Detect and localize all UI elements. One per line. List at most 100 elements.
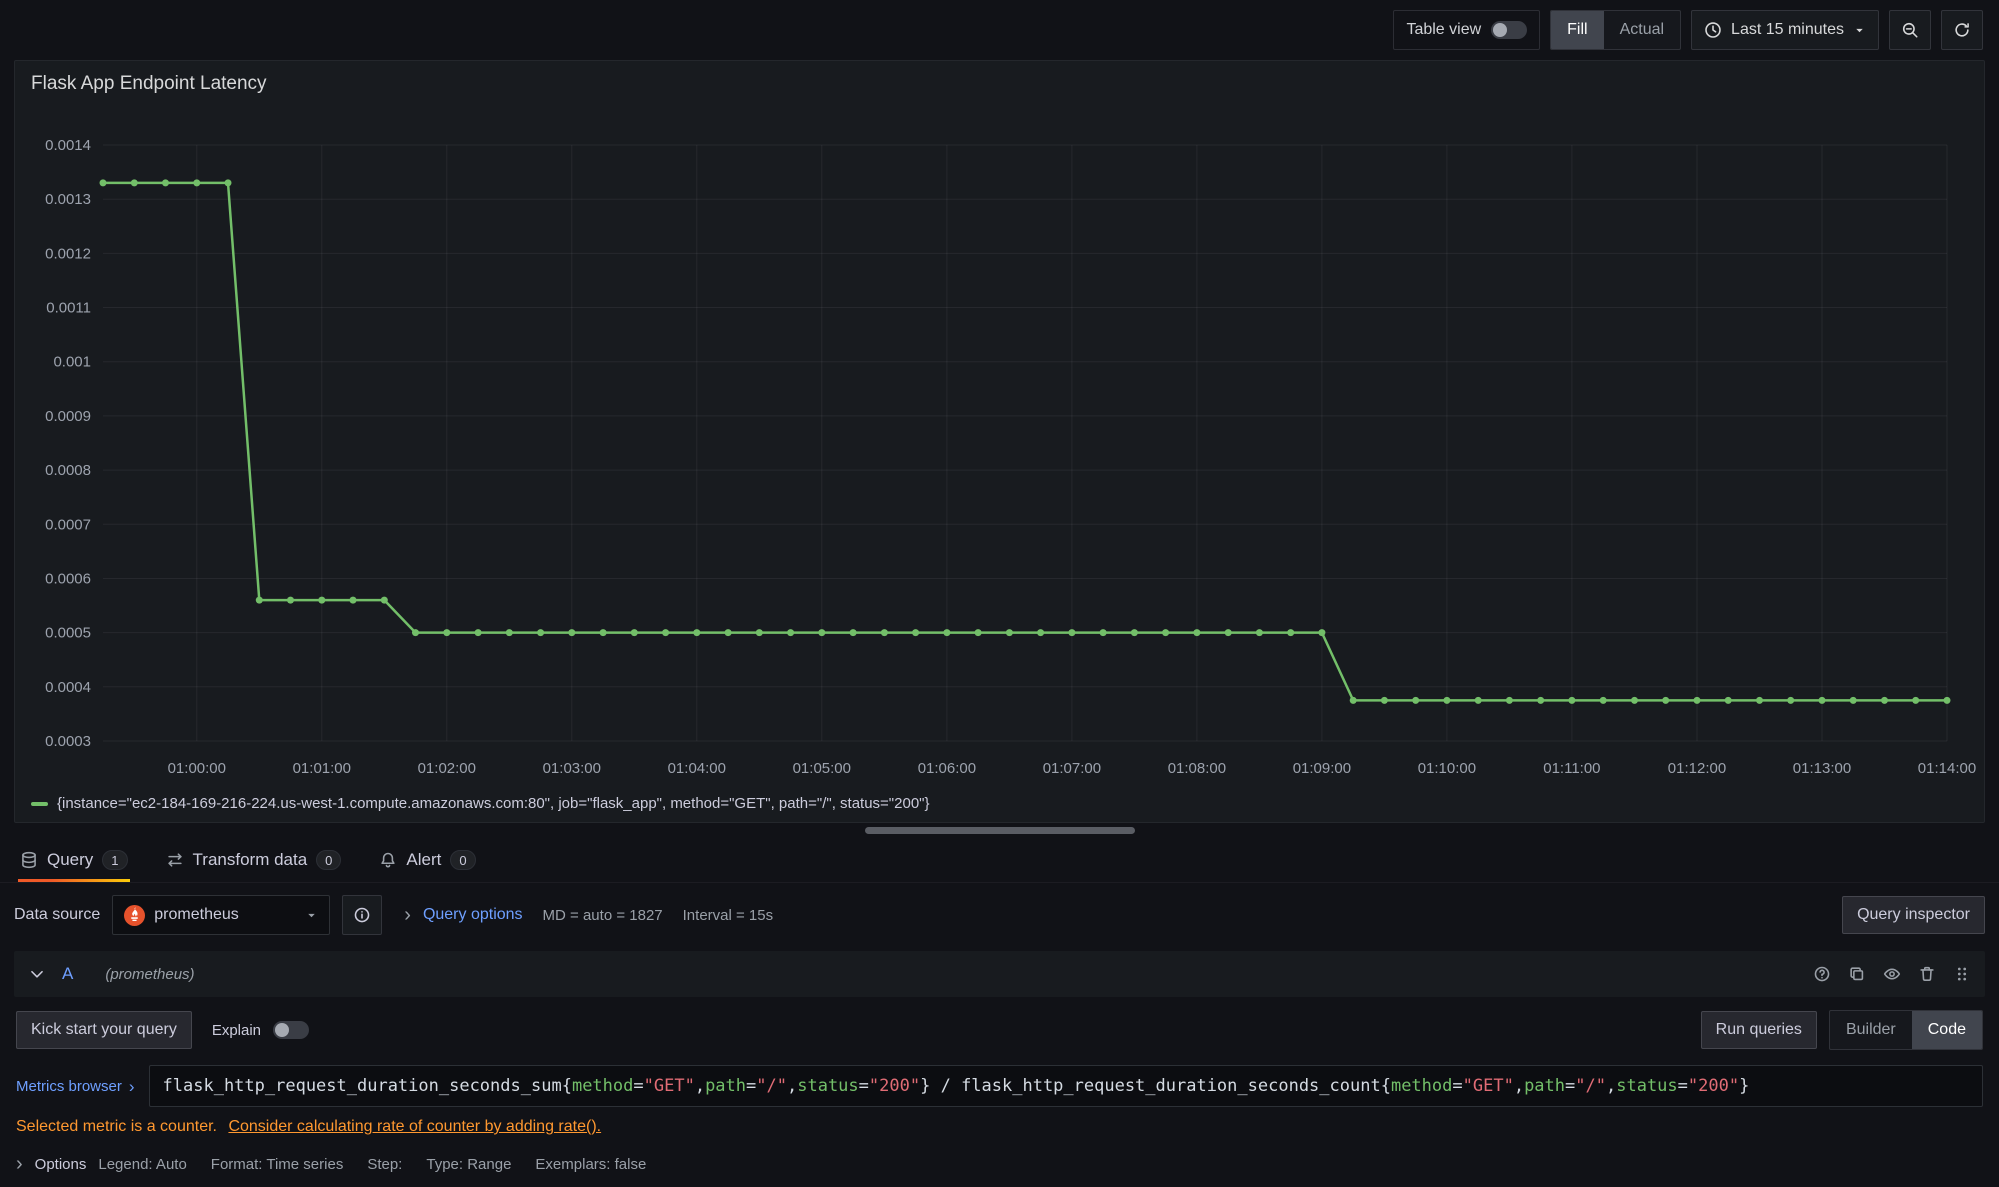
time-range-picker[interactable]: Last 15 minutes <box>1691 10 1879 50</box>
svg-text:0.0004: 0.0004 <box>45 679 91 696</box>
table-view-label: Table view <box>1406 21 1481 39</box>
metrics-browser-label: Metrics browser <box>16 1078 122 1095</box>
tab-transform-count: 0 <box>316 850 341 870</box>
chevron-down-icon <box>305 909 318 922</box>
options-label: Options <box>35 1156 87 1173</box>
chevron-right-icon: › <box>404 905 411 925</box>
edit-tabs: Query 1 Transform data 0 Alert 0 <box>0 837 1999 883</box>
table-view-switch[interactable] <box>1491 21 1527 39</box>
pane-divider <box>0 823 1999 837</box>
tab-transform-label: Transform data <box>193 850 308 870</box>
counter-warning: Selected metric is a counter. Consider c… <box>16 1118 1983 1136</box>
tab-alert-count: 0 <box>450 850 475 870</box>
svg-text:01:07:00: 01:07:00 <box>1043 760 1101 777</box>
interval-label: Interval = 15s <box>683 907 773 924</box>
switch-knob <box>275 1023 289 1037</box>
panel-title: Flask App Endpoint Latency <box>15 61 1984 101</box>
tab-query[interactable]: Query 1 <box>18 840 130 882</box>
zoom-out-icon <box>1901 21 1919 39</box>
builder-option[interactable]: Builder <box>1830 1011 1912 1049</box>
query-ref-id: A <box>62 964 73 984</box>
run-queries-button[interactable]: Run queries <box>1701 1011 1817 1049</box>
svg-text:0.0014: 0.0014 <box>45 137 91 154</box>
svg-text:0.0009: 0.0009 <box>45 408 91 425</box>
builder-code-group: Builder Code <box>1829 1010 1983 1050</box>
chevron-down-icon <box>1853 24 1866 37</box>
collapse-icon[interactable] <box>28 965 46 983</box>
svg-text:01:05:00: 01:05:00 <box>793 760 851 777</box>
explain-label: Explain <box>212 1022 261 1039</box>
chevron-right-icon: › <box>129 1078 135 1095</box>
svg-text:0.001: 0.001 <box>53 354 91 371</box>
zoom-out-button[interactable] <box>1889 10 1931 50</box>
query-datasource-hint: (prometheus) <box>105 966 194 983</box>
rate-hint-link[interactable]: Consider calculating rate of counter by … <box>228 1118 601 1135</box>
tab-query-label: Query <box>47 850 93 870</box>
refresh-icon <box>1953 21 1971 39</box>
svg-text:0.0012: 0.0012 <box>45 245 91 262</box>
duplicate-icon[interactable] <box>1848 965 1866 983</box>
query-options-toggle[interactable]: › Query options MD = auto = 1827 Interva… <box>404 905 773 925</box>
time-range-label: Last 15 minutes <box>1731 21 1844 39</box>
latency-chart[interactable]: 0.00140.00130.00120.00110.0010.00090.000… <box>17 101 1982 793</box>
code-option[interactable]: Code <box>1912 1011 1982 1049</box>
query-expression: flask_http_request_duration_seconds_sum{… <box>163 1076 1750 1096</box>
transform-icon <box>166 851 184 869</box>
tab-transform-data[interactable]: Transform data 0 <box>164 840 344 882</box>
explain-switch[interactable] <box>273 1021 309 1039</box>
actual-option[interactable]: Actual <box>1604 11 1680 49</box>
tab-alert[interactable]: Alert 0 <box>377 840 477 882</box>
chevron-right-icon: › <box>16 1154 23 1174</box>
svg-text:0.0007: 0.0007 <box>45 516 91 533</box>
switch-knob <box>1493 23 1507 37</box>
svg-text:01:06:00: 01:06:00 <box>918 760 976 777</box>
datasource-select[interactable]: prometheus <box>112 895 330 935</box>
svg-text:01:03:00: 01:03:00 <box>543 760 601 777</box>
hide-response-eye-icon[interactable] <box>1883 965 1901 983</box>
warning-text: Selected metric is a counter. <box>16 1118 217 1135</box>
svg-text:01:08:00: 01:08:00 <box>1168 760 1226 777</box>
toolbar: Table view Fill Actual Last 15 minutes <box>0 0 1999 60</box>
kick-start-button[interactable]: Kick start your query <box>16 1011 192 1049</box>
fill-actual-group: Fill Actual <box>1550 10 1681 50</box>
svg-text:0.0003: 0.0003 <box>45 733 91 750</box>
svg-text:0.0006: 0.0006 <box>45 571 91 588</box>
drag-handle-icon[interactable] <box>1953 965 1971 983</box>
legend-series-label[interactable]: {instance="ec2-184-169-216-224.us-west-1… <box>57 795 930 812</box>
svg-text:01:13:00: 01:13:00 <box>1793 760 1851 777</box>
svg-text:01:04:00: 01:04:00 <box>668 760 726 777</box>
svg-text:01:02:00: 01:02:00 <box>418 760 476 777</box>
svg-text:01:01:00: 01:01:00 <box>293 760 351 777</box>
chart-legend: {instance="ec2-184-169-216-224.us-west-1… <box>15 793 1984 822</box>
metrics-browser-toggle[interactable]: Metrics browser › <box>16 1078 139 1095</box>
fill-option[interactable]: Fill <box>1551 11 1603 49</box>
query-actions <box>1813 965 1971 983</box>
help-icon[interactable] <box>1813 965 1831 983</box>
legend-series-mark <box>31 802 48 806</box>
info-icon <box>353 906 371 924</box>
svg-text:01:10:00: 01:10:00 <box>1418 760 1476 777</box>
refresh-button[interactable] <box>1941 10 1983 50</box>
svg-text:01:00:00: 01:00:00 <box>168 760 226 777</box>
query-header[interactable]: A (prometheus) <box>14 951 1985 997</box>
query-expression-editor[interactable]: flask_http_request_duration_seconds_sum{… <box>149 1065 1983 1107</box>
svg-text:0.0011: 0.0011 <box>46 300 91 317</box>
horizontal-scrollbar[interactable] <box>865 827 1135 834</box>
datasource-info-button[interactable] <box>342 895 382 935</box>
query-options-label[interactable]: Query options <box>423 906 523 924</box>
clock-icon <box>1704 21 1722 39</box>
svg-text:01:09:00: 01:09:00 <box>1293 760 1351 777</box>
options-row[interactable]: › Options Legend: AutoFormat: Time serie… <box>16 1154 1983 1174</box>
max-data-points-label: MD = auto = 1827 <box>543 907 663 924</box>
delete-icon[interactable] <box>1918 965 1936 983</box>
svg-text:0.0005: 0.0005 <box>45 625 91 642</box>
prometheus-icon <box>124 905 145 926</box>
table-view-toggle-group[interactable]: Table view <box>1393 10 1540 50</box>
svg-text:01:12:00: 01:12:00 <box>1668 760 1726 777</box>
datasource-value: prometheus <box>154 906 239 924</box>
latency-panel: Flask App Endpoint Latency 0.00140.00130… <box>14 60 1985 823</box>
query-inspector-button[interactable]: Query inspector <box>1842 896 1985 934</box>
svg-text:0.0008: 0.0008 <box>45 462 91 479</box>
options-summary: Legend: AutoFormat: Time seriesStep:Type… <box>98 1156 670 1173</box>
tab-alert-label: Alert <box>406 850 441 870</box>
